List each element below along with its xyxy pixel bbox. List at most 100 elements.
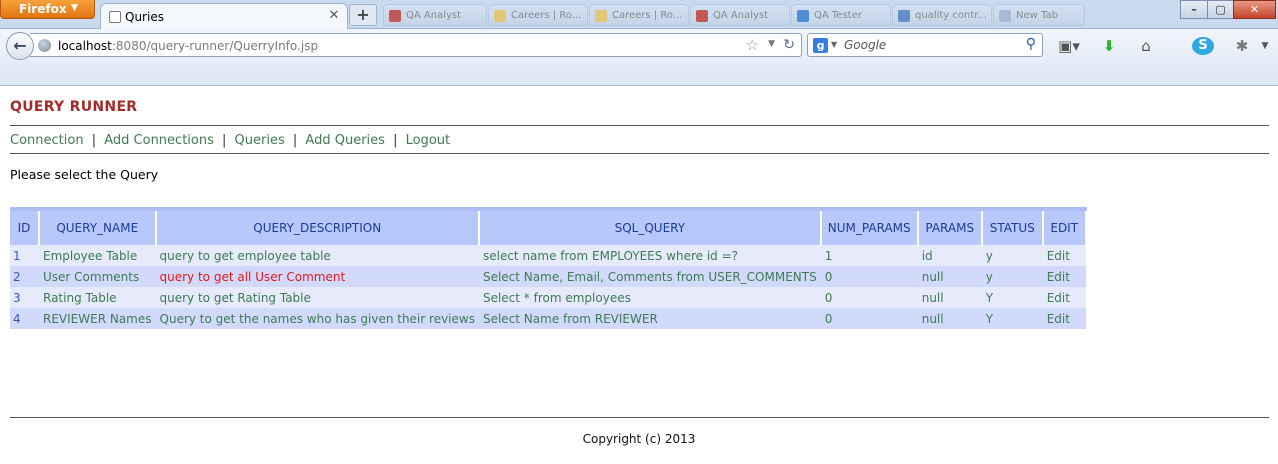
tab-favicon-icon: [595, 10, 607, 22]
background-tab-title: QA Tester: [814, 10, 862, 21]
cell-query-name: Employee Table: [39, 245, 156, 266]
search-input[interactable]: [844, 36, 1020, 54]
menu-separator: |: [292, 133, 298, 148]
page-content: QUERY RUNNER Connection | Add Connection…: [0, 87, 1278, 464]
reload-icon[interactable]: ↻: [783, 37, 795, 53]
search-bar: g ▼ ⚲: [807, 33, 1043, 57]
column-header-query-name: QUERY_NAME: [39, 207, 157, 245]
cell-status: y: [981, 266, 1043, 287]
table-row[interactable]: 1 Employee Table query to get employee t…: [10, 245, 1086, 266]
skype-icon[interactable]: S: [1192, 37, 1214, 55]
firebug-icon[interactable]: ✱: [1232, 37, 1252, 55]
tab-favicon-icon: [494, 10, 506, 22]
table-row[interactable]: 2 User Comments query to get all User Co…: [10, 266, 1086, 287]
minimize-button[interactable]: –: [1180, 0, 1208, 19]
menu-connection-link[interactable]: Connection: [10, 133, 84, 148]
firefox-menu-button[interactable]: Firefox ▼: [0, 0, 95, 19]
background-tab-title: Careers | Ro...: [612, 10, 683, 21]
main-menu: Connection | Add Connections | Queries |…: [10, 133, 450, 148]
menu-add-connections-link[interactable]: Add Connections: [104, 133, 214, 148]
cell-query-name: REVIEWER Names: [39, 308, 156, 329]
background-tab[interactable]: Careers | Ro...: [589, 4, 689, 26]
url-bar[interactable]: localhost:8080/query-runner/QuerryInfo.j…: [30, 33, 802, 57]
background-tab[interactable]: QA Analyst: [690, 4, 790, 26]
background-tab[interactable]: Careers | Ro...: [488, 4, 588, 26]
tab-bar: Firefox ▼ Quries ✕ + QA Analyst Careers …: [0, 0, 1278, 30]
background-tab[interactable]: QA Tester: [791, 4, 891, 26]
cell-query-description: query to get Rating Table: [155, 287, 479, 308]
search-icon[interactable]: ⚲: [1026, 36, 1036, 52]
maximize-button[interactable]: ▢: [1207, 0, 1234, 19]
cell-query-description: Query to get the names who has given the…: [155, 308, 479, 329]
cell-num-params: 0: [820, 287, 918, 308]
column-header-sql-query: SQL_QUERY: [478, 207, 822, 245]
cell-num-params: 1: [820, 245, 918, 266]
background-tab[interactable]: quality contr...: [892, 4, 992, 26]
close-tab-icon[interactable]: ✕: [327, 9, 341, 23]
edit-link[interactable]: Edit: [1042, 245, 1086, 266]
column-header-params: PARAMS: [917, 207, 983, 245]
cell-params: null: [917, 266, 982, 287]
background-tab-title: Careers | Ro...: [511, 10, 582, 21]
menu-add-queries-link[interactable]: Add Queries: [305, 133, 385, 148]
column-header-edit: EDIT: [1042, 207, 1087, 245]
url-path: :8080/query-runner/QuerryInfo.jsp: [111, 39, 319, 53]
tab-favicon-icon: [389, 10, 401, 22]
globe-icon: [38, 39, 51, 52]
cell-params: null: [917, 308, 982, 329]
menu-logout-link[interactable]: Logout: [406, 133, 451, 148]
cell-query-description: query to get employee table: [155, 245, 479, 266]
tab-favicon-icon: [999, 10, 1011, 22]
tab-active[interactable]: Quries ✕: [100, 3, 348, 30]
cell-params: null: [917, 287, 982, 308]
page-favicon-icon: [109, 11, 121, 23]
cell-id: 3: [10, 287, 39, 308]
bookmark-star-icon[interactable]: ☆: [746, 36, 759, 54]
download-icon[interactable]: ⬇: [1099, 37, 1119, 55]
table-row[interactable]: 4 REVIEWER Names Query to get the names …: [10, 308, 1086, 329]
chevron-down-icon[interactable]: ▼: [831, 40, 837, 49]
tab-title: Quries: [125, 10, 164, 24]
navigation-toolbar: localhost:8080/query-runner/QuerryInfo.j…: [0, 29, 1278, 86]
column-header-status: STATUS: [981, 207, 1044, 245]
cell-id: 4: [10, 308, 39, 329]
cell-status: y: [981, 245, 1043, 266]
cell-params: id: [917, 245, 982, 266]
url-host: localhost: [58, 39, 112, 53]
url-text[interactable]: localhost:8080/query-runner/QuerryInfo.j…: [58, 39, 318, 53]
copyright-text: Copyright (c) 2013: [582, 432, 696, 446]
divider: [10, 125, 1269, 126]
cell-query-name: Rating Table: [39, 287, 156, 308]
column-header-query-description: QUERY_DESCRIPTION: [155, 207, 480, 245]
new-tab-button[interactable]: +: [349, 4, 377, 26]
background-tab[interactable]: New Tab: [993, 4, 1085, 26]
chevron-down-icon[interactable]: ▼: [1258, 37, 1272, 55]
edit-link[interactable]: Edit: [1042, 266, 1086, 287]
cell-num-params: 0: [820, 308, 918, 329]
cell-id: 2: [10, 266, 39, 287]
table-header-row: ID QUERY_NAME QUERY_DESCRIPTION SQL_QUER…: [10, 207, 1087, 245]
cell-sql-query: select name from EMPLOYEES where id =?: [478, 245, 821, 266]
background-tab[interactable]: QA Analyst: [383, 4, 487, 26]
table-row[interactable]: 3 Rating Table query to get Rating Table…: [10, 287, 1086, 308]
app-title: QUERY RUNNER: [10, 99, 138, 115]
edit-link[interactable]: Edit: [1042, 308, 1086, 329]
background-tab-title: QA Analyst: [713, 10, 769, 21]
cell-sql-query: Select * from employees: [478, 287, 821, 308]
google-logo-icon[interactable]: g: [813, 38, 828, 53]
menu-separator: |: [393, 133, 398, 148]
tab-favicon-icon: [696, 10, 708, 22]
cell-id: 1: [10, 245, 39, 266]
cell-query-description: query to get all User Comment: [155, 266, 479, 287]
menu-queries-link[interactable]: Queries: [235, 133, 285, 148]
back-button[interactable]: ←: [6, 32, 34, 60]
cell-sql-query: Select Name, Email, Comments from USER_C…: [478, 266, 821, 287]
history-dropdown-icon[interactable]: ▼: [768, 39, 775, 49]
background-tab-title: New Tab: [1016, 10, 1058, 21]
divider: [10, 153, 1269, 154]
close-window-button[interactable]: ✕: [1233, 0, 1276, 19]
edit-link[interactable]: Edit: [1042, 287, 1086, 308]
bookmarks-icon[interactable]: ▣▾: [1055, 37, 1083, 55]
cell-status: Y: [981, 308, 1043, 329]
home-icon[interactable]: ⌂: [1136, 37, 1156, 55]
